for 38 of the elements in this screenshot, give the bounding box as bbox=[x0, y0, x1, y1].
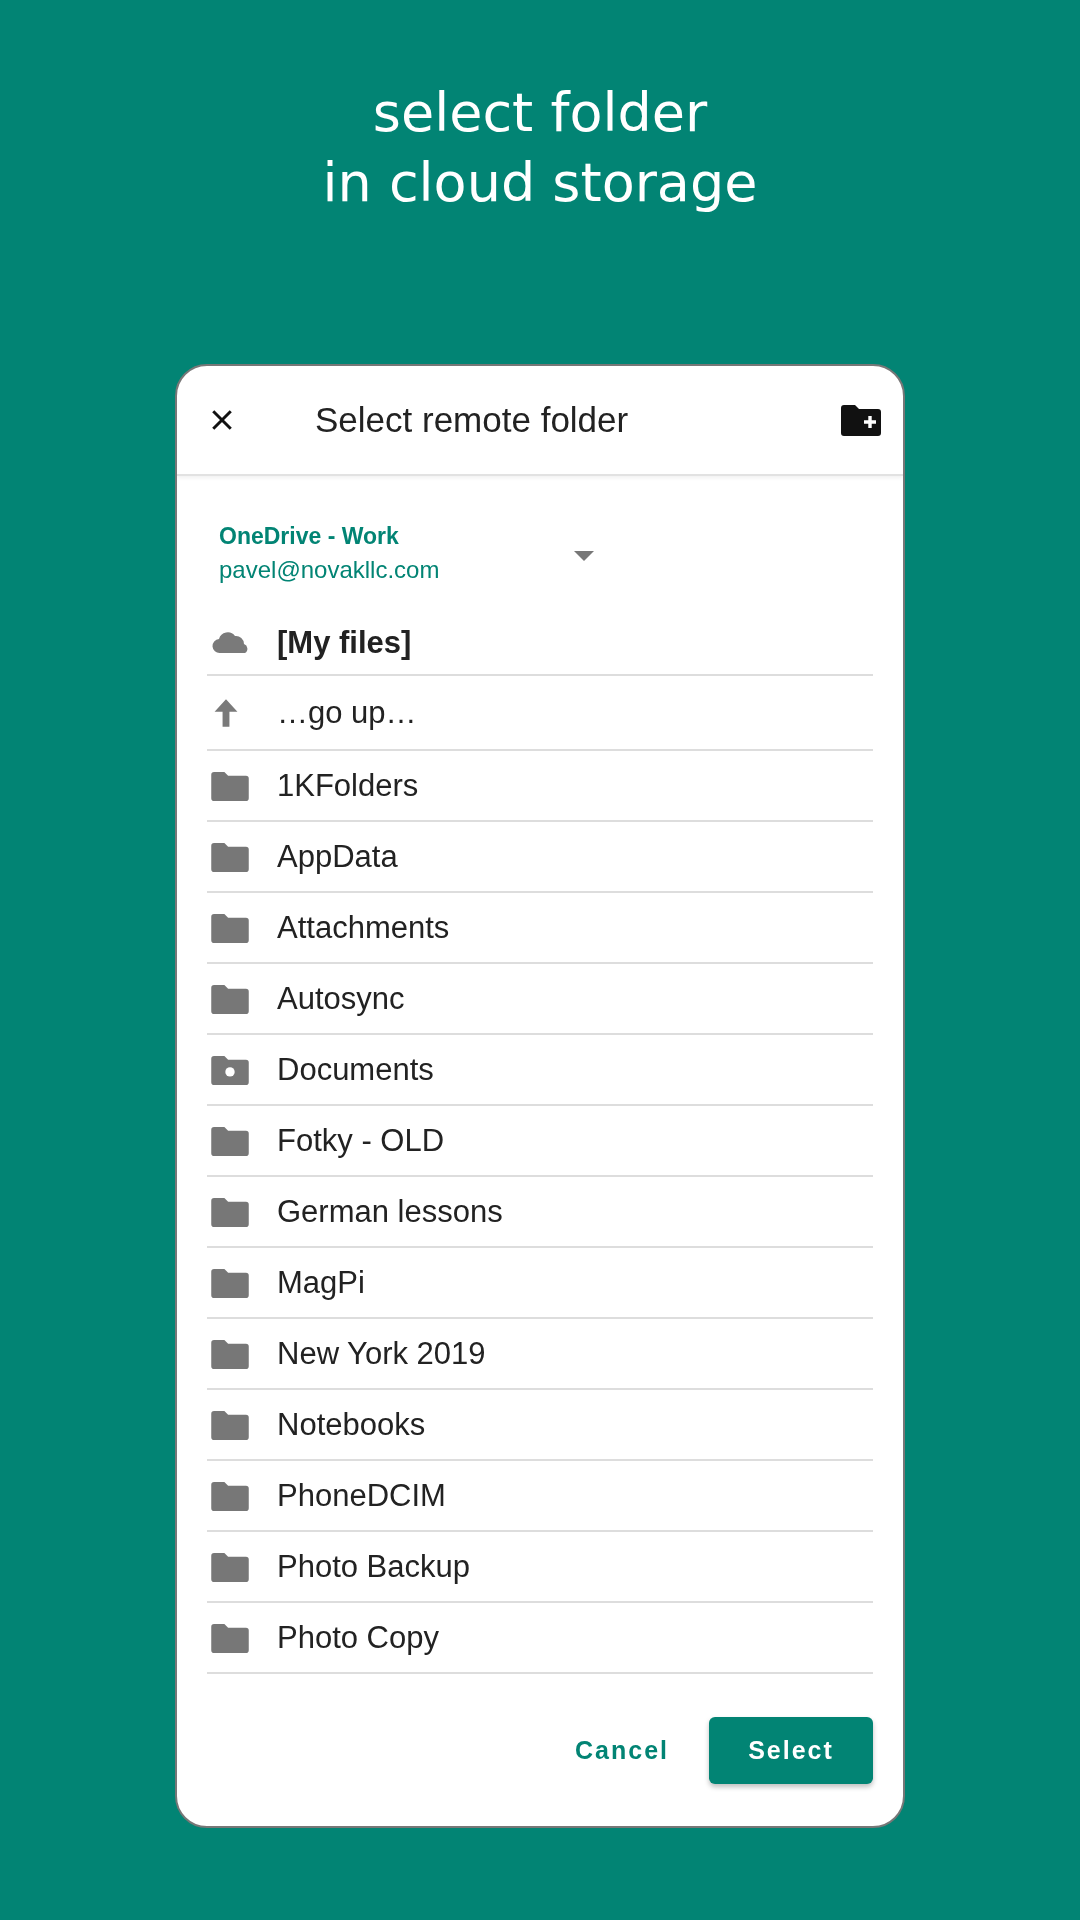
folder-icon bbox=[211, 1054, 249, 1085]
folder-item[interactable]: Attachments bbox=[207, 893, 873, 964]
dialog-title: Select remote folder bbox=[315, 400, 630, 440]
folder-item[interactable]: Photo Copy bbox=[207, 1603, 873, 1674]
account-email: pavel@novakllc.com bbox=[219, 555, 441, 585]
folder-item[interactable]: 1KFolders bbox=[207, 751, 873, 822]
cancel-button[interactable]: Cancel bbox=[569, 1735, 675, 1766]
folder-item[interactable]: MagPi bbox=[207, 1248, 873, 1319]
folder-icon bbox=[211, 1409, 249, 1440]
folder-item[interactable]: Documents bbox=[207, 1035, 873, 1106]
folder-icon bbox=[211, 1622, 249, 1653]
folder-item[interactable]: AppData bbox=[207, 822, 873, 893]
folder-item[interactable]: New York 2019 bbox=[207, 1319, 873, 1390]
folder-item[interactable]: Notebooks bbox=[207, 1390, 873, 1461]
folder-item[interactable]: Autosync bbox=[207, 964, 873, 1035]
account-dropdown[interactable]: OneDrive - Work pavel@novakllc.com bbox=[207, 476, 873, 612]
folder-icon bbox=[211, 1338, 249, 1369]
folder-icon bbox=[211, 1267, 249, 1298]
folder-icon bbox=[211, 1196, 249, 1227]
folder-item[interactable]: PhoneDCIM bbox=[207, 1461, 873, 1532]
folder-icon bbox=[211, 841, 249, 872]
select-button[interactable]: Select bbox=[709, 1717, 873, 1784]
go-up-item[interactable]: …go up… bbox=[207, 676, 873, 751]
dropdown-icon bbox=[574, 551, 594, 561]
folder-icon bbox=[211, 1125, 249, 1156]
headline: select folder in cloud storage bbox=[322, 80, 758, 216]
folder-icon bbox=[211, 770, 249, 801]
folder-icon bbox=[211, 1480, 249, 1511]
folder-plus-icon bbox=[841, 404, 881, 436]
new-folder-button[interactable] bbox=[841, 404, 881, 436]
folder-item[interactable]: Fotky - OLD bbox=[207, 1106, 873, 1177]
folder-icon bbox=[211, 1551, 249, 1582]
account-name: OneDrive - Work bbox=[219, 522, 400, 551]
folder-icon bbox=[211, 983, 249, 1014]
folder-item[interactable]: Photo Backup bbox=[207, 1532, 873, 1603]
folder-icon bbox=[211, 912, 249, 943]
folder-item[interactable]: German lessons bbox=[207, 1177, 873, 1248]
folder-item[interactable]: [My files] bbox=[207, 612, 873, 676]
